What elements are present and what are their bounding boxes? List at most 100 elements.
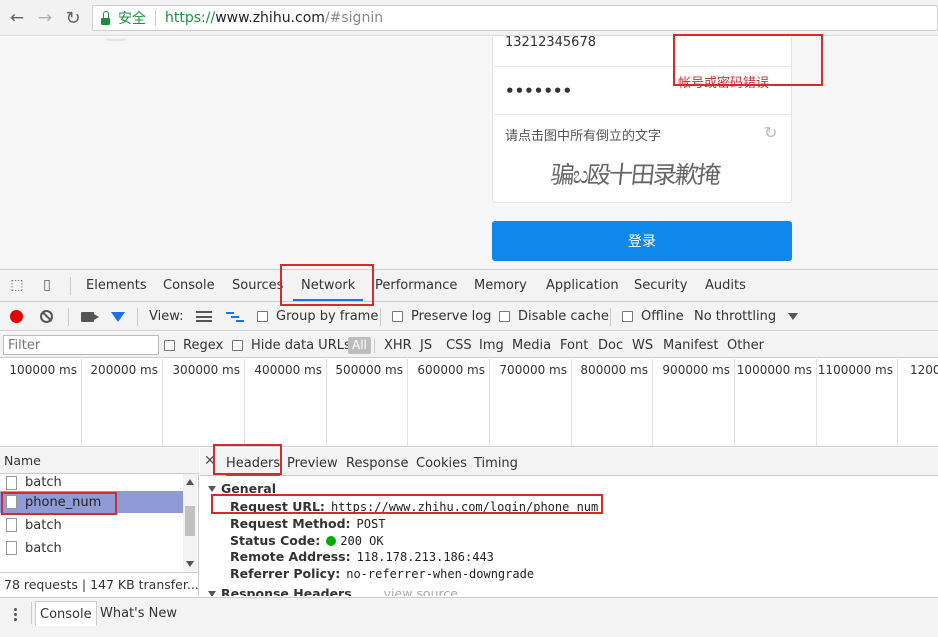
offline-checkbox[interactable]: Offline [622,302,684,331]
group-by-frame-checkbox[interactable]: Group by frame [257,302,378,331]
tab-elements[interactable]: Elements [86,270,147,301]
password-input[interactable]: ••••••• [505,82,572,100]
phone-input[interactable]: 13212345678 [505,36,596,67]
timeline-tick-label: 400000 ms [254,363,322,377]
regex-checkbox[interactable]: Regex [164,332,223,358]
tab-timing[interactable]: Timing [474,448,518,476]
scroll-down-icon[interactable] [186,561,194,567]
filter-font[interactable]: Font [560,332,588,358]
disable-cache-checkbox[interactable]: Disable cache [499,302,609,331]
request-row[interactable]: batch [0,474,183,490]
status-dot-icon [326,535,337,546]
request-list-scrollbar[interactable] [183,474,197,571]
filter-all[interactable]: All [348,337,371,354]
tab-application[interactable]: Application [546,270,619,301]
highlight-box-headers-tab [213,444,282,475]
timeline-tick-label: 300000 ms [172,363,240,377]
filter-js[interactable]: JS [420,332,432,358]
name-column-header[interactable]: Name [0,448,199,474]
filter-icon[interactable] [111,311,125,322]
secure-label: 安全 [118,11,146,27]
tab-response[interactable]: Response [346,448,408,476]
tab-memory[interactable]: Memory [474,270,527,301]
captcha-image[interactable]: 骗ಬ殴十田录歉掩 [549,155,721,190]
scroll-thumb[interactable] [185,506,195,536]
referrer-policy-value: no-referrer-when-downgrade [346,566,535,581]
preserve-log-checkbox[interactable]: Preserve log [392,302,491,331]
filter-ws[interactable]: WS [632,332,653,358]
login-button[interactable]: 登录 [492,221,792,261]
clear-icon[interactable] [40,310,53,323]
tab-cookies[interactable]: Cookies [416,448,467,476]
lock-icon [101,10,110,25]
timeline-tick: 400000 ms [245,359,327,446]
camera-icon[interactable] [81,311,99,322]
timeline-tick-label: 500000 ms [335,363,403,377]
filter-media[interactable]: Media [512,332,551,358]
reload-icon[interactable]: ↻ [62,7,84,29]
request-details: ✕ Headers Preview Response Cookies Timin… [200,448,938,596]
inspect-icon[interactable]: ⬚ [8,276,26,294]
timeline-tick: 500000 ms [327,359,408,446]
tab-audits[interactable]: Audits [705,270,746,301]
throttling-select[interactable]: No throttling [694,302,776,331]
view-source-link[interactable]: view source [384,586,458,596]
tab-sources[interactable]: Sources [232,270,283,301]
regex-label: Regex [183,337,224,353]
filter-other[interactable]: Other [727,332,764,358]
filter-divider [374,338,375,353]
timeline-tick-label: 800000 ms [580,363,648,377]
drawer-divider [31,602,32,624]
request-row[interactable]: batch [0,537,183,559]
checkbox[interactable] [232,339,243,351]
filter-manifest[interactable]: Manifest [663,332,718,358]
refresh-icon[interactable]: ↻ [764,123,777,142]
expand-icon [208,485,216,492]
record-icon[interactable] [10,310,23,323]
filter-img[interactable]: Img [479,332,504,358]
timeline-tick-label: 100000 ms [9,363,77,377]
filter-xhr[interactable]: XHR [384,332,412,358]
referrer-policy-key: Referrer Policy: [230,566,341,581]
tab-console[interactable]: Console [163,270,215,301]
dropdown-icon[interactable] [788,313,798,320]
group-by-frame-label: Group by frame [276,309,379,324]
checkbox[interactable] [499,311,510,322]
checkbox[interactable] [392,311,403,322]
remote-address-value: 118.178.213.186:443 [356,549,494,564]
view-label: View: [149,309,184,324]
url-scheme: https:// [165,10,216,26]
waterfall-view-icon[interactable] [226,311,244,323]
checkbox[interactable] [164,339,175,351]
url-path: /#signin [324,10,384,26]
request-row[interactable]: batch [0,514,183,536]
status-code-row: Status Code: 200 OK [230,533,384,548]
list-view-icon[interactable] [196,311,212,322]
checkbox[interactable] [622,311,633,322]
filter-input[interactable] [3,335,159,355]
tab-performance[interactable]: Performance [375,270,457,301]
back-arrow-icon[interactable]: ← [6,7,28,29]
tab-security[interactable]: Security [634,270,687,301]
forward-arrow-icon[interactable]: → [34,7,56,29]
drawer-tab-whats-new[interactable]: What's New [96,601,181,626]
timeline-tick-label: 600000 ms [417,363,485,377]
drawer-tab-console[interactable]: Console [35,601,97,626]
timeline-tick: 800000 ms [572,359,653,446]
scroll-up-icon[interactable] [186,479,194,485]
tab-preview[interactable]: Preview [287,448,338,476]
status-code-key: Status Code: [230,533,321,548]
drawer-menu-icon[interactable] [14,606,18,622]
device-icon[interactable]: ▯ [38,276,56,294]
remote-address-row: Remote Address: 118.178.213.186:443 [230,549,494,564]
document-icon [6,541,17,555]
address-bar[interactable]: 安全 https://www.zhihu.com/#signin [92,5,938,31]
timeline-tick: 200000 ms [82,359,163,446]
toolbar-divider [380,308,381,326]
checkbox[interactable] [257,311,268,322]
hide-data-urls-checkbox[interactable]: Hide data URLs [232,332,351,358]
response-headers-toggle[interactable]: Response Headers view source [208,586,458,596]
filter-css[interactable]: CSS [446,332,472,358]
filter-doc[interactable]: Doc [598,332,623,358]
timeline-overview[interactable]: 100000 ms 200000 ms 300000 ms 400000 ms … [0,359,938,447]
